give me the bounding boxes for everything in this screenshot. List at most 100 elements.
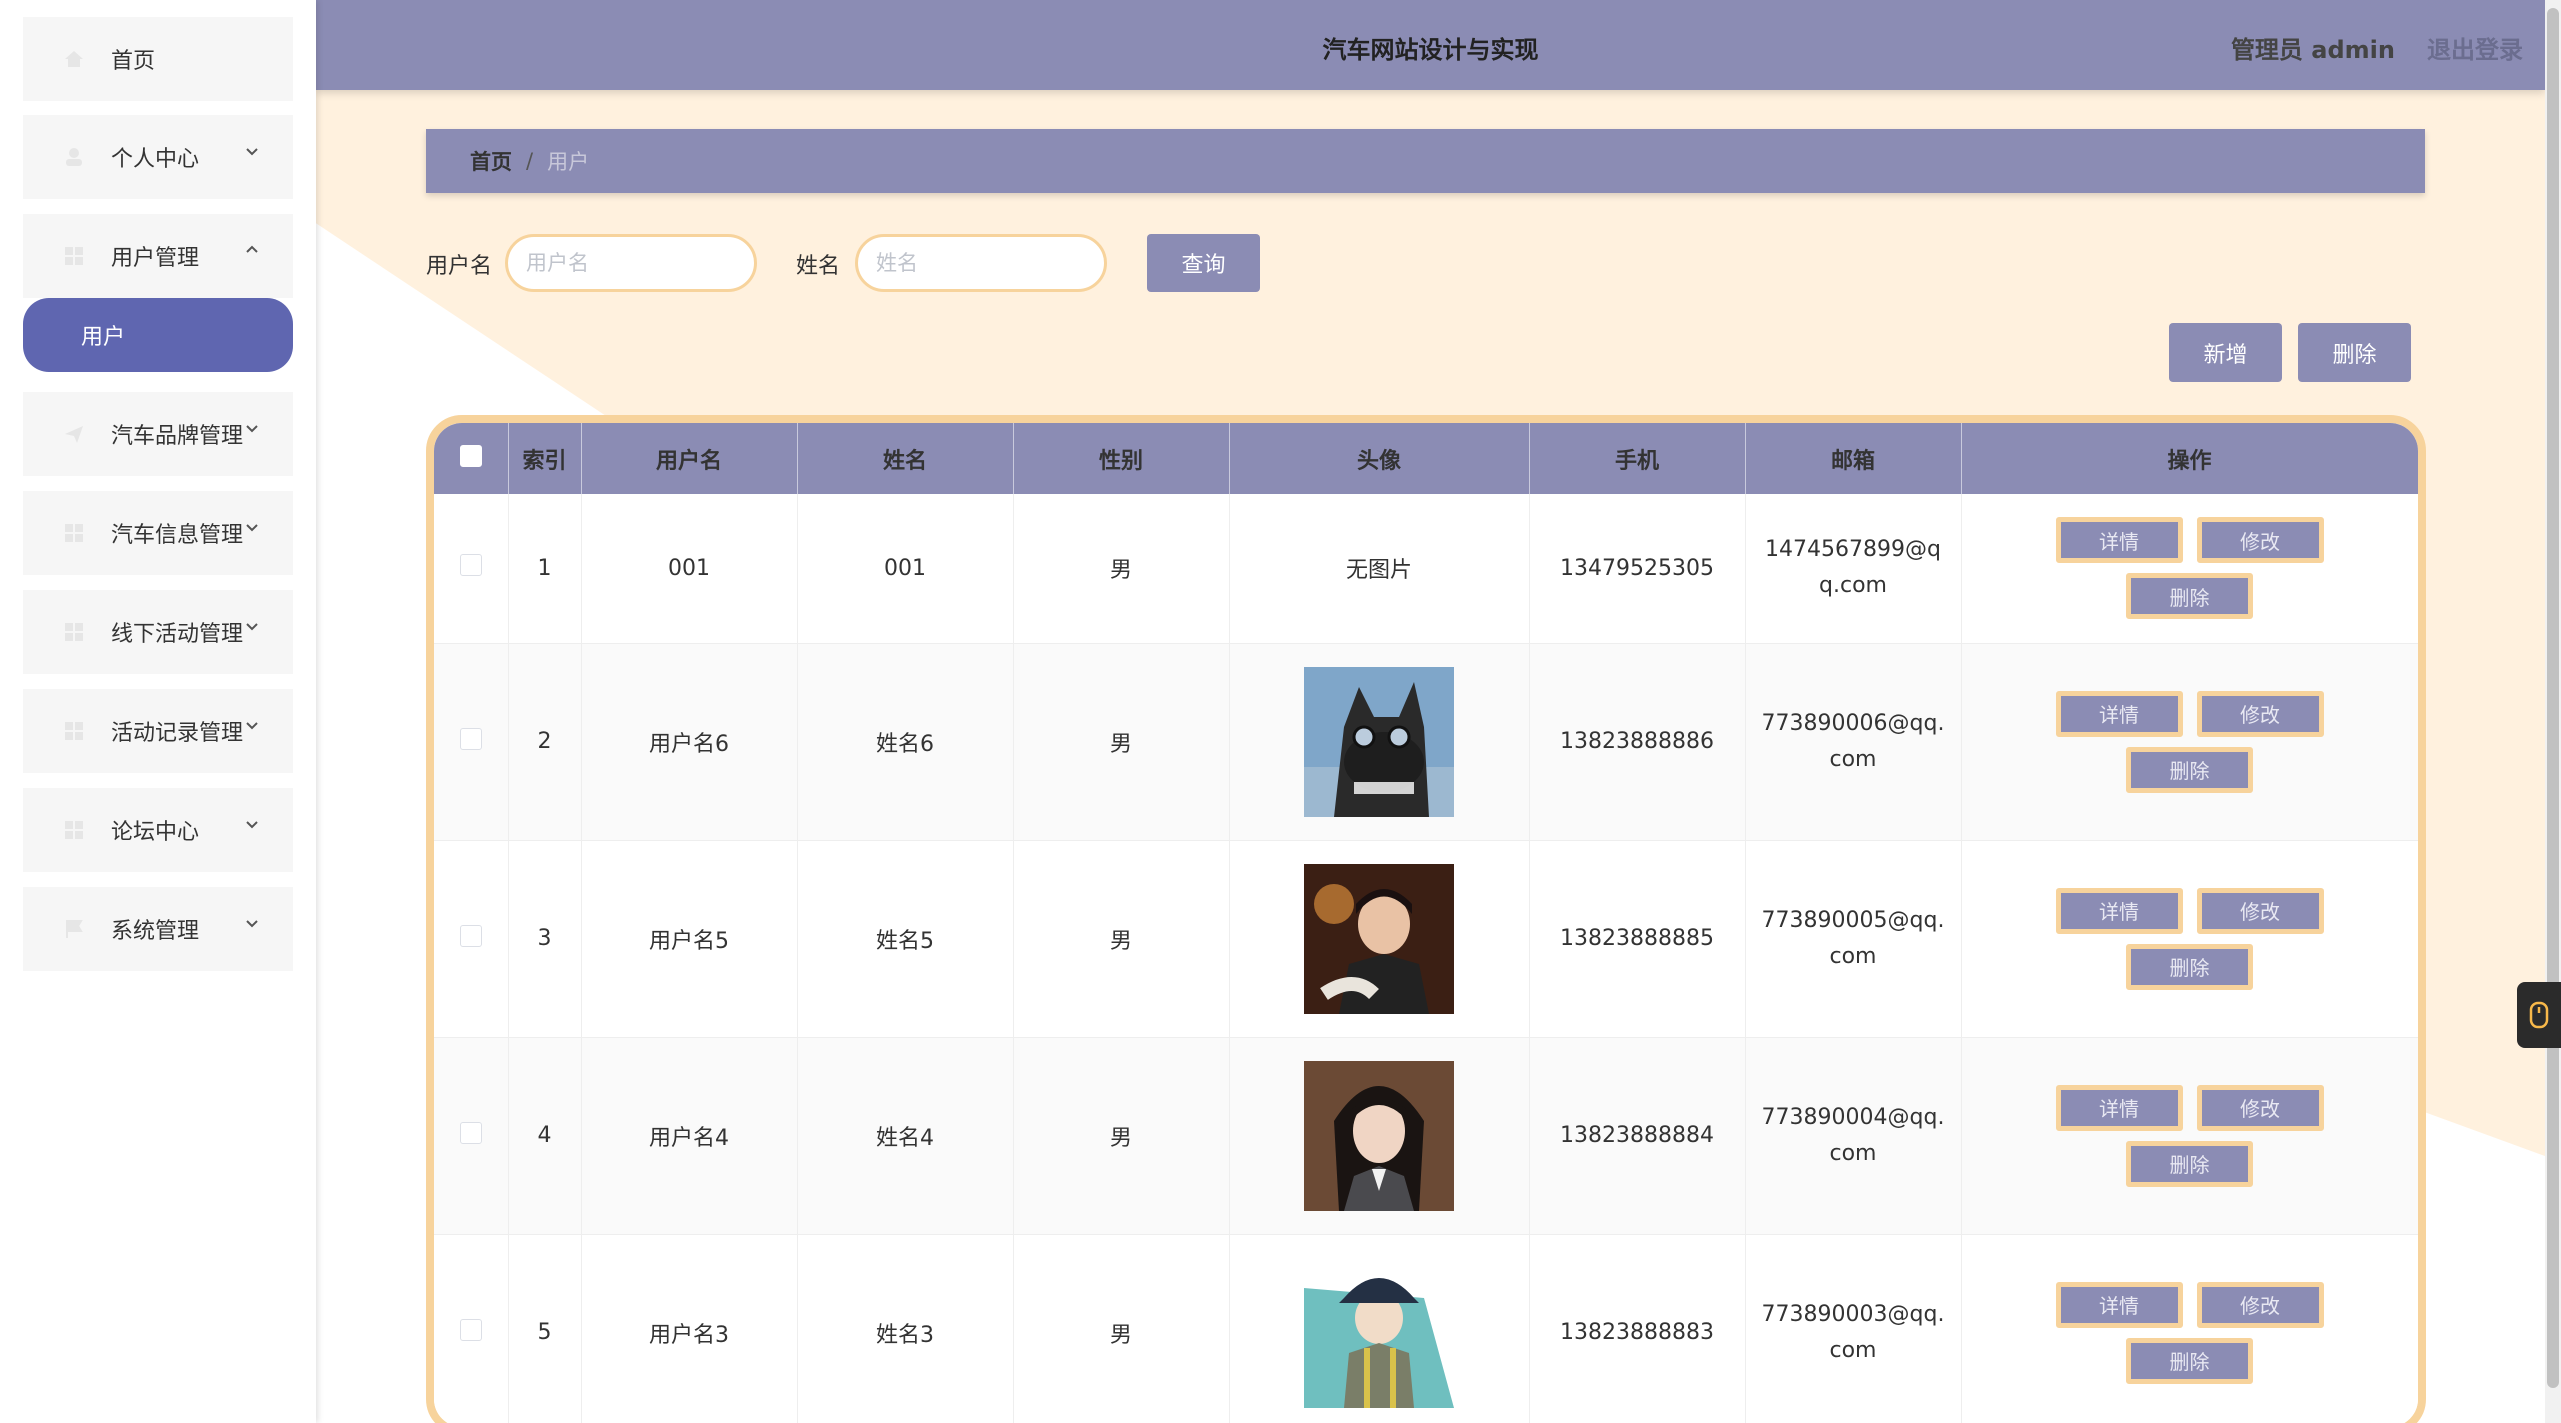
name-cell: 姓名6	[797, 643, 1014, 841]
breadcrumb-home[interactable]: 首页	[470, 146, 512, 176]
grid-icon	[63, 621, 85, 643]
page-scrollbar[interactable]	[2545, 0, 2561, 1423]
home-icon	[63, 48, 85, 70]
sidebar-item-personal-center[interactable]: 个人中心	[23, 115, 293, 199]
logout-link[interactable]: 退出登录	[2427, 30, 2523, 65]
detail-button[interactable]: 详情	[2055, 517, 2183, 564]
send-icon	[63, 423, 85, 445]
edit-button[interactable]: 修改	[2196, 517, 2324, 564]
grid-icon	[63, 720, 85, 742]
chevron-down-icon	[243, 141, 263, 161]
username-label: 用户名	[426, 254, 493, 279]
floating-tool-button[interactable]	[2517, 982, 2561, 1048]
username-cell: 用户名5	[581, 840, 798, 1038]
username-cell: 用户名4	[581, 1037, 798, 1235]
column-header: 性别	[1013, 423, 1230, 494]
index-cell: 5	[508, 1234, 582, 1423]
sidebar-item-system[interactable]: 系统管理	[23, 887, 293, 971]
sidebar-item-car-info[interactable]: 汽车信息管理	[23, 491, 293, 575]
top-bar: 汽车网站设计与实现 管理员 admin 退出登录	[316, 0, 2545, 90]
index-cell: 1	[508, 494, 582, 644]
delete-button[interactable]: 删除	[2126, 1140, 2253, 1187]
column-header: 头像	[1229, 423, 1530, 494]
chevron-down-icon	[243, 418, 263, 438]
detail-button[interactable]: 详情	[2055, 690, 2183, 737]
detail-button[interactable]: 详情	[2055, 1084, 2183, 1131]
edit-button[interactable]: 修改	[2196, 1281, 2324, 1328]
edit-button[interactable]: 修改	[2196, 1084, 2324, 1131]
scrollbar-thumb[interactable]	[2547, 8, 2559, 1388]
delete-button[interactable]: 删除	[2126, 943, 2253, 990]
sidebar-subitem-users[interactable]: 用户	[23, 298, 293, 372]
sidebar-item-forum[interactable]: 论坛中心	[23, 788, 293, 872]
sidebar-item-car-brand[interactable]: 汽车品牌管理	[23, 392, 293, 476]
edit-button[interactable]: 修改	[2196, 887, 2324, 934]
username-cell: 用户名3	[581, 1234, 798, 1423]
admin-label: 管理员 admin	[2230, 36, 2395, 64]
row-checkbox[interactable]	[459, 924, 482, 947]
table-row: 1 001 001 男 无图片 13479525305 1474567899@q…	[434, 494, 2418, 644]
name-search-input[interactable]	[855, 234, 1107, 292]
column-header: 姓名	[797, 423, 1014, 494]
user-icon	[63, 146, 85, 168]
row-checkbox[interactable]	[459, 727, 482, 750]
grid-icon	[63, 819, 85, 841]
edit-button[interactable]: 修改	[2196, 690, 2324, 737]
column-header: 索引	[508, 423, 582, 494]
gender-cell: 男	[1013, 494, 1230, 644]
phone-cell: 13823888883	[1529, 1234, 1746, 1423]
breadcrumb-separator: /	[526, 149, 534, 173]
phone-cell: 13823888885	[1529, 840, 1746, 1038]
sidebar-item-offline-activity[interactable]: 线下活动管理	[23, 590, 293, 674]
avatar-boy-image	[1304, 863, 1454, 1014]
gender-cell: 男	[1013, 1234, 1230, 1423]
sidebar-item-label: 论坛中心	[111, 820, 200, 845]
phone-cell: 13823888886	[1529, 643, 1746, 841]
site-title: 汽车网站设计与实现	[1322, 36, 1539, 64]
column-header: 手机	[1529, 423, 1746, 494]
gender-cell: 男	[1013, 1037, 1230, 1235]
grid-icon	[63, 245, 85, 267]
detail-button[interactable]: 详情	[2055, 1281, 2183, 1328]
sidebar-item-label: 线下活动管理	[111, 622, 244, 647]
sidebar-item-home[interactable]: 首页	[23, 17, 293, 101]
avatar-girl-image	[1304, 1060, 1454, 1211]
delete-button[interactable]: 删除	[2126, 573, 2253, 620]
user-table: 索引 用户名 姓名 性别 头像 手机 邮箱 操作 1 001 001 男 无图片…	[426, 415, 2426, 1423]
add-button[interactable]: 新增	[2169, 323, 2282, 382]
name-label: 姓名	[796, 254, 841, 279]
sidebar-item-label: 活动记录管理	[111, 721, 244, 746]
username-search-input[interactable]	[505, 234, 757, 292]
email-cell: 773890005@qq.com	[1761, 907, 1945, 969]
select-all-cell[interactable]	[434, 423, 509, 494]
detail-button[interactable]: 详情	[2055, 887, 2183, 934]
username-cell: 001	[581, 494, 798, 644]
email-cell: 773890006@qq.com	[1761, 710, 1945, 772]
name-cell: 姓名4	[797, 1037, 1014, 1235]
breadcrumb-current: 用户	[547, 150, 590, 174]
avatar-anime-image	[1304, 1257, 1454, 1408]
delete-button[interactable]: 删除	[2126, 746, 2253, 793]
chevron-down-icon	[243, 913, 263, 933]
sidebar-item-user-management[interactable]: 用户管理	[23, 214, 293, 298]
name-cell: 001	[797, 494, 1014, 644]
column-header: 用户名	[581, 423, 798, 494]
query-button[interactable]: 查询	[1147, 234, 1260, 292]
delete-button[interactable]: 删除	[2126, 1337, 2253, 1384]
row-checkbox[interactable]	[459, 1318, 482, 1341]
batch-delete-button[interactable]: 删除	[2298, 323, 2411, 382]
breadcrumb: 首页 / 用户	[426, 129, 2425, 193]
select-all-checkbox[interactable]	[459, 444, 482, 467]
flag-icon	[63, 918, 85, 940]
sidebar: 首页 个人中心 用户管理 用户 汽车品牌管理 汽车信息管理 线下活动管理 活动记…	[0, 0, 316, 1423]
email-cell: 1474567899@qq.com	[1765, 537, 1941, 599]
sidebar-item-activity-record[interactable]: 活动记录管理	[23, 689, 293, 773]
row-checkbox[interactable]	[459, 1121, 482, 1144]
row-checkbox[interactable]	[459, 554, 482, 577]
chevron-up-icon	[243, 240, 263, 260]
sidebar-item-label: 系统管理	[111, 919, 200, 944]
column-header: 操作	[1961, 423, 2418, 494]
sidebar-item-label: 汽车信息管理	[111, 523, 244, 548]
sidebar-item-label: 用户管理	[111, 246, 200, 271]
table-row: 5 用户名3 姓名3 男 13823888883 773890003@qq.co…	[434, 1234, 2418, 1423]
